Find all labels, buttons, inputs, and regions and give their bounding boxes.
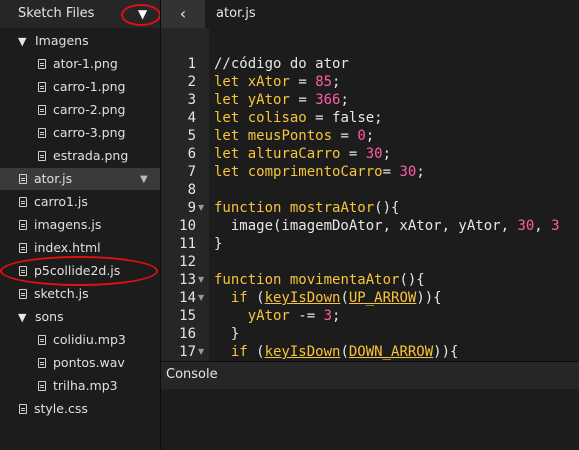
line-number: 4 — [187, 110, 196, 126]
line-number: 13 — [179, 272, 196, 288]
file-icon — [19, 242, 27, 253]
file-icon — [38, 58, 46, 69]
file-icon — [38, 104, 46, 115]
fold-arrow-icon[interactable]: ▼ — [198, 293, 204, 302]
folder-sons[interactable]: ▼ sons — [18, 306, 64, 328]
folder-expanded-icon: ▼ — [18, 310, 27, 324]
sidebar-title: Sketch Files — [18, 6, 95, 21]
annotation-circle — [0, 256, 158, 286]
line-number: 3 — [187, 92, 196, 108]
file-icon — [19, 173, 27, 184]
fold-arrow-icon[interactable]: ▼ — [198, 347, 204, 356]
code-line: yAtor -= 3; — [247, 308, 341, 324]
line-number: 6 — [187, 146, 196, 162]
file-icon — [19, 219, 27, 230]
tree-item-label: carro1.js — [34, 194, 88, 209]
tree-item-label: index.html — [34, 240, 101, 255]
line-number: 10 — [179, 218, 196, 234]
line-number: 12 — [179, 254, 196, 270]
file-colidiu-mp3[interactable]: colidiu.mp3 — [38, 329, 126, 351]
file-trilha-mp3[interactable]: trilha.mp3 — [38, 375, 118, 397]
code-line: function movimentaAtor(){ — [214, 272, 425, 288]
line-number: 16 — [179, 326, 196, 342]
code-line: function mostraAtor(){ — [214, 200, 400, 216]
tree-item-label: sons — [35, 309, 64, 324]
file-icon — [19, 288, 27, 299]
file-pontos-wav[interactable]: pontos.wav — [38, 352, 125, 374]
file-icon — [38, 334, 46, 345]
code-line: image(imagemDoAtor, xAtor, yAtor, 30, 3 — [214, 218, 560, 234]
code-line: //código do ator — [214, 56, 349, 72]
file-icon — [38, 81, 46, 92]
file-icon — [38, 380, 46, 391]
file-icon — [38, 150, 46, 161]
tree-item-label: trilha.mp3 — [53, 378, 118, 393]
code-line: let comprimentoCarro= 30; — [214, 164, 425, 180]
code-line: if (keyIsDown(UP_ARROW)){ — [230, 290, 442, 306]
console-output — [161, 389, 579, 450]
sidebar-header: Sketch Files ▼ — [0, 0, 161, 28]
line-number: 2 — [187, 74, 196, 90]
sketch-files-sidebar: Sketch Files ▼ ▼ Imagens ator-1.png carro… — [0, 0, 161, 450]
code-line: } — [214, 326, 240, 342]
code-line: let meusPontos = 0; — [214, 128, 375, 144]
tree-item-label: style.css — [34, 401, 88, 416]
tree-item-label: estrada.png — [53, 148, 129, 163]
line-number: 15 — [179, 308, 196, 324]
tree-item-label: sketch.js — [34, 286, 89, 301]
collapse-sidebar-button[interactable]: ‹ — [161, 0, 205, 28]
console-header[interactable] — [161, 361, 579, 389]
file-options-chevron-icon[interactable]: ▼ — [140, 174, 148, 185]
code-line: let xAtor = 85; — [214, 74, 341, 90]
tree-item-label: carro-3.png — [53, 125, 126, 140]
tree-item-label: imagens.js — [34, 217, 102, 232]
annotation-circle — [121, 4, 161, 26]
file-icon — [19, 196, 27, 207]
code-line: let alturaCarro = 30; — [214, 146, 392, 162]
tree-item-label: carro-2.png — [53, 102, 126, 117]
code-line: } — [214, 236, 223, 252]
code-line: let colisao = false; — [214, 110, 383, 126]
fold-arrow-icon[interactable]: ▼ — [198, 275, 204, 284]
code-line: let yAtor = 366; — [214, 92, 349, 108]
tree-item-label: Imagens — [35, 33, 89, 48]
file-icon — [19, 403, 27, 414]
tree-item-label: pontos.wav — [53, 355, 125, 370]
file-style-css[interactable]: style.css — [19, 398, 88, 420]
line-number: 7 — [187, 164, 196, 180]
line-number: 17 — [179, 344, 196, 360]
line-number: 5 — [187, 128, 196, 144]
file-ator-js[interactable]: ator.js — [0, 168, 160, 190]
file-carro-3-png[interactable]: carro-3.png — [38, 122, 125, 144]
line-number: 14 — [179, 290, 196, 306]
tree-item-label: ator-1.png — [53, 56, 118, 71]
line-number: 11 — [179, 236, 196, 252]
code-editor[interactable]: 1 2 3 4 5 6 7 8 9 10 11 12 13 14 15 16 1… — [161, 28, 579, 361]
tree-item-label: ator.js — [34, 171, 73, 186]
line-number: 9 — [187, 200, 196, 216]
file-estrada-png[interactable]: estrada.png — [38, 145, 128, 167]
file-imagens-js[interactable]: imagens.js — [19, 214, 101, 236]
file-carro1-js[interactable]: carro1.js — [19, 191, 88, 213]
open-file-name: ator.js — [216, 6, 256, 21]
console-title: Console — [166, 367, 218, 382]
folder-expanded-icon: ▼ — [18, 34, 27, 48]
code-line: if (keyIsDown(DOWN_ARROW)){ — [230, 344, 459, 360]
file-carro-1-png[interactable]: carro-1.png — [38, 76, 125, 98]
line-number: 1 — [187, 56, 196, 72]
file-icon — [38, 127, 46, 138]
tree-item-label: carro-1.png — [53, 79, 126, 94]
file-sketch-js[interactable]: sketch.js — [19, 283, 89, 305]
file-ator-1-png[interactable]: ator-1.png — [38, 53, 118, 75]
line-number: 8 — [187, 182, 196, 198]
fold-arrow-icon[interactable]: ▼ — [198, 203, 204, 212]
folder-imagens[interactable]: ▼ Imagens — [18, 30, 89, 52]
file-icon — [38, 357, 46, 368]
file-carro-2-png[interactable]: carro-2.png — [38, 99, 125, 121]
tree-item-label: colidiu.mp3 — [53, 332, 126, 347]
